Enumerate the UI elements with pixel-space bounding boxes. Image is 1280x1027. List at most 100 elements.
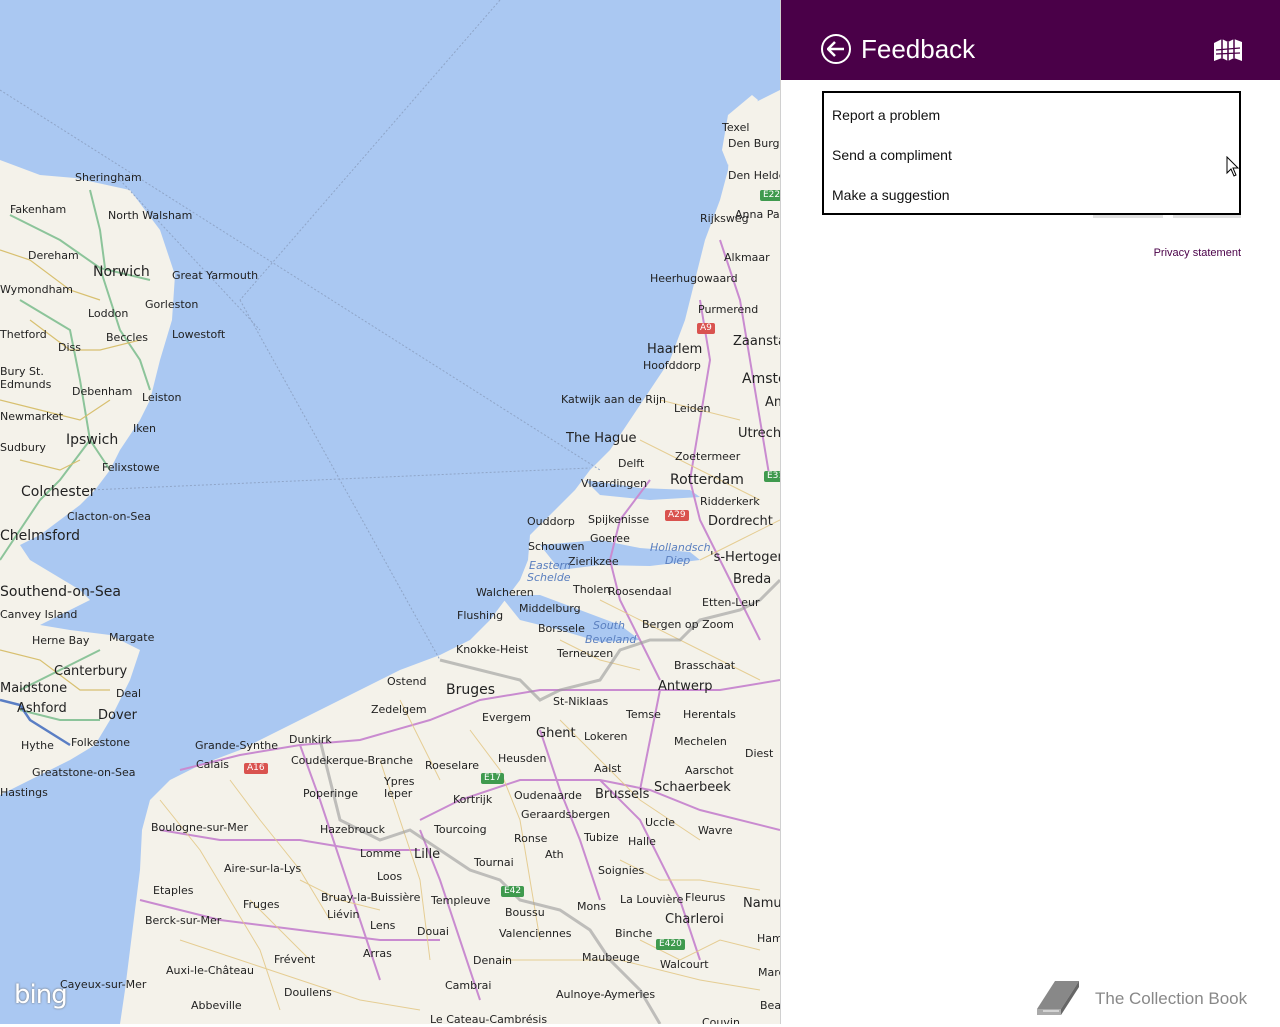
map-place-label: Beauraing [760,999,780,1012]
map-place-label: Ieper [384,787,413,800]
map-place-label: Loos [377,870,403,883]
option-report-problem[interactable]: Report a problem [832,107,940,123]
map-place-label: Kortrijk [453,793,493,806]
map-place-label: Dereham [28,249,79,262]
map-place-label: Beveland [585,633,637,646]
map-place-label: Newmarket [0,410,64,423]
map-place-label: Leiden [674,402,711,415]
map-place-label: Ypres [384,775,415,788]
back-arrow-icon [827,41,844,57]
map-place-label: Debenham [72,385,133,398]
map-place-label: Spijkenisse [588,513,650,526]
map-place-label: Cambrai [445,979,492,992]
map-place-label: Auxi-le-Château [166,964,255,977]
map-place-label: The Hague [566,431,637,446]
map-place-label: Tourcoing [434,823,487,836]
map-place-label: Den Burg [728,137,780,150]
map-place-label: St-Niklaas [553,695,609,708]
map-place-label: Roeselare [425,759,479,772]
map-place-label: Mechelen [674,735,727,748]
map-place-label: Amersfoort [765,395,780,410]
map-place-label: Katwijk aan de Rijn [561,393,666,406]
map-place-label: Sheringham [75,171,142,184]
map-place-label: Rijksweg [700,212,749,225]
back-button[interactable] [821,34,851,64]
option-make-suggestion[interactable]: Make a suggestion [832,187,950,203]
map-place-label: Lomme [360,847,401,860]
privacy-statement-link[interactable]: Privacy statement [1145,247,1241,259]
map-place-label: South [593,619,625,632]
page-title: Feedback [861,34,976,64]
map-place-label: Ghent [536,726,576,741]
map-place-label: Hazebrouck [320,823,385,836]
map-place-label: Bruges [446,682,496,698]
map-place-label: Vlaardingen [581,477,648,490]
map-place-label: Bruay-la-Buissière [321,891,421,904]
map-place-label: Brussels [595,787,650,802]
map-place-label: Etten-Leur [702,596,760,609]
feedback-type-dropdown[interactable]: Report a problem Send a compliment Make … [822,91,1241,215]
map-place-label: Delft [618,457,645,470]
map-place-label: Den Helder [728,169,780,182]
map-place-label: Poperinge [303,787,359,800]
map-place-label: Liévin [327,908,360,921]
map-place-label: Grande-Synthe [195,739,278,752]
option-send-compliment[interactable]: Send a compliment [832,147,952,163]
map-place-label: Great Yarmouth [172,269,259,282]
map-place-label: Alkmaar [724,251,770,264]
map-place-label: Canterbury [54,664,128,679]
map-place-label: Chelmsford [0,528,80,544]
map-place-label: Calais [196,758,230,771]
map-place-label: Terneuzen [557,647,614,660]
map-place-label: Iken [133,422,156,435]
map-place-label: Valenciennes [499,927,572,940]
map-place-label: Brasschaat [674,659,736,672]
map-place-label: Temse [626,708,661,721]
map-place-label: Ipswich [66,432,119,448]
map-place-label: Walcourt [660,958,709,971]
map-place-label: Ouddorp [527,515,575,528]
map-place-label: Roosendaal [608,585,672,598]
map-place-label: Halle [628,835,656,848]
map-place-label: Southend-on-Sea [0,584,121,600]
map-place-label: La Louvière [620,893,684,906]
map-place-label: Arras [363,947,392,960]
watermark: The Collection Book [1029,975,1269,1023]
map-place-label: Diss [58,341,81,354]
map-place-label: Borssele [538,622,585,635]
map-place-label: Rotterdam [670,472,744,488]
map-place-label: Texel [722,121,750,134]
map-place-label: Zoetermeer [675,450,741,463]
map-place-label: Fakenham [10,203,67,216]
map-place-label: Denain [473,954,512,967]
map-place-label: Flushing [457,609,504,622]
map-place-label: Felixstowe [102,461,160,474]
road-shield: A9 [697,323,715,334]
map-place-label: Middelburg [519,602,581,615]
map-place-label: Doullens [284,986,332,999]
map-place-label: Couvin [702,1016,740,1024]
map-place-label: Diep [665,554,691,567]
map-place-label: Thetford [0,328,47,341]
map-place-label: Eastern [529,559,571,572]
map-place-label: Namur [743,896,780,911]
road-shield: E42 [501,886,525,897]
map-place-label: Wavre [698,824,733,837]
map-place-label: Heerhugowaard [650,272,738,285]
map-place-label: Hamois [757,932,780,945]
map-place-label: Le Cateau-Cambrésis [430,1013,548,1024]
map-place-label: Purmerend [698,303,759,316]
road-shield: A16 [244,763,268,774]
map-place-label: Leiston [142,391,182,404]
road-shield: A29 [665,510,689,521]
map-place-label: Heusden [498,752,547,765]
map-place-label: Hoofddorp [643,359,701,372]
map-place-label: Aire-sur-la-Lys [224,862,302,875]
map-place-label: Herentals [683,708,736,721]
map-place-label: Haarlem [647,342,703,357]
map-place-label: Herne Bay [32,634,90,647]
road-shield: E22 [760,190,780,201]
hidden-button-edge [1173,215,1241,218]
map-place-label: Cayeux-sur-Mer [60,978,147,991]
map-view[interactable]: Sheringham Fakenham North Walsham Dereham No… [0,0,780,1024]
